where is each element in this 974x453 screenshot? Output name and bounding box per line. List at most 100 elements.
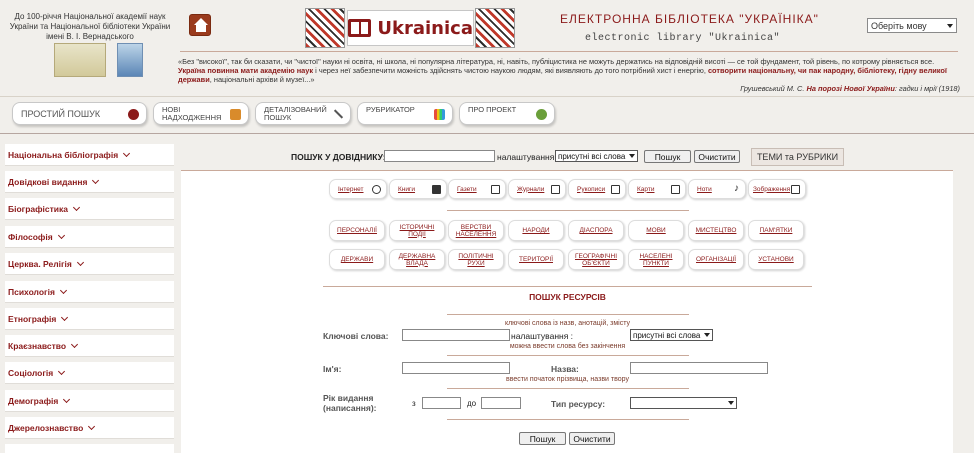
sidebar-item-partial <box>5 444 174 453</box>
media-internet[interactable]: Інтернет <box>329 179 387 199</box>
chevron-down-icon <box>72 203 81 211</box>
category-settlements[interactable]: НАСЕЛЕНІ ПУНКТИ <box>628 249 684 270</box>
category-territories[interactable]: ТЕРИТОРІЇ <box>508 249 564 270</box>
about-icon <box>536 109 547 120</box>
sidebar-item-sociology[interactable]: Соціологія <box>5 362 174 384</box>
rubricator-button[interactable]: РУБРИКАТОР <box>357 102 453 125</box>
sidebar-item-demography[interactable]: Демографія <box>5 390 174 412</box>
chevron-down-icon <box>71 340 79 348</box>
sidebar-item-psychology[interactable]: Психологія <box>5 281 174 303</box>
advanced-search-button[interactable]: ДЕТАЛІЗОВАНИЙ ПОШУК <box>255 102 351 125</box>
sidebar-item-ethnography[interactable]: Етнографія <box>5 308 174 330</box>
sidebar-item-local-history[interactable]: Краєзнавство <box>5 335 174 357</box>
category-political-movements[interactable]: ПОЛІТИЧНІ РУХИ <box>448 249 504 270</box>
media-newspapers[interactable]: Газети <box>448 179 506 199</box>
chevron-down-icon <box>59 286 67 294</box>
sidebar-item-religion[interactable]: Церква. Релігія <box>5 253 174 275</box>
media-label: Інтернет <box>338 185 364 193</box>
sidebar-item-philosophy[interactable]: Філософія <box>5 226 174 248</box>
divider <box>323 286 812 287</box>
media-books[interactable]: Книги <box>389 179 447 199</box>
category-geographic-objects[interactable]: ГЕОГРАФІЧНІ ОБ'ЄКТИ <box>568 249 624 270</box>
category-institutions[interactable]: УСТАНОВИ <box>748 249 804 270</box>
quote: «Без "високої", так би сказати, чи "чист… <box>178 57 958 85</box>
name-input[interactable] <box>402 362 510 374</box>
category-population-strata[interactable]: ВЕРСТВИ НАСЕЛЕННЯ <box>448 220 504 241</box>
media-maps[interactable]: Карти <box>628 179 686 199</box>
map-icon <box>671 185 680 194</box>
resource-search-button[interactable]: Пошук <box>519 432 566 445</box>
language-select[interactable]: Оберіть мову <box>867 18 957 33</box>
category-monuments[interactable]: ПАМ'ЯТКИ <box>748 220 804 241</box>
divider <box>180 51 958 52</box>
site-subtitle: electronic library "Ukrainica" <box>585 33 781 44</box>
category-states[interactable]: ДЕРЖАВИ <box>329 249 385 270</box>
keywords-input[interactable] <box>402 329 510 341</box>
themes-rubrics-button[interactable]: ТЕМИ та РУБРИКИ <box>751 148 844 166</box>
keywords-hint-top: ключові слова із назв, анотацій, змісту <box>504 320 631 327</box>
media-label: Зображення <box>753 185 791 193</box>
chevron-down-icon <box>123 149 131 157</box>
library-building-image[interactable] <box>117 43 143 77</box>
sidebar-item-label: Джерелознавство <box>8 422 84 433</box>
media-label: Ноти <box>697 185 712 193</box>
category-art[interactable]: МИСТЕЦТВО <box>688 220 744 241</box>
divider <box>0 133 974 134</box>
media-label: Книги <box>398 185 416 193</box>
site-logo[interactable]: Ukrainica <box>347 10 474 46</box>
sidebar-item-national-bibliography[interactable]: Національна бібліографія <box>5 144 174 166</box>
year-from-input[interactable] <box>422 397 461 409</box>
title-input[interactable] <box>630 362 768 374</box>
quote-work-link[interactable]: На порозі Нової України <box>806 84 894 93</box>
category-peoples[interactable]: НАРОДИ <box>508 220 564 241</box>
sidebar-item-label: Довідкові видання <box>8 176 88 187</box>
keywords-settings-select[interactable]: присутні всі слова <box>630 329 713 341</box>
directory-settings-select[interactable]: присутні всі слова <box>555 150 638 162</box>
sidebar-item-source-studies[interactable]: Джерелознавство <box>5 417 174 439</box>
book-icon <box>432 185 441 194</box>
category-diaspora[interactable]: ДІАСПОРА <box>568 220 624 241</box>
media-images[interactable]: Зображення <box>748 179 806 199</box>
sidebar-item-label: Соціологія <box>8 367 54 378</box>
category-historical-events[interactable]: ІСТОРИЧНІ ПОДІЇ <box>389 220 445 241</box>
keywords-settings-label: налаштування : <box>511 331 574 341</box>
divider <box>447 355 689 356</box>
year-to-input[interactable] <box>481 397 521 409</box>
divider <box>181 170 953 171</box>
academy-building-image[interactable] <box>54 43 106 77</box>
home-icon[interactable] <box>189 14 211 36</box>
sidebar-item-label: Демографія <box>8 395 59 406</box>
sidebar-item-reference[interactable]: Довідкові видання <box>5 171 174 193</box>
chevron-down-icon <box>63 395 71 403</box>
chevron-down-icon <box>92 176 100 184</box>
keywords-settings-value: присутні всі слова <box>633 330 701 340</box>
resource-type-select[interactable] <box>630 397 737 409</box>
media-manuscripts[interactable]: Рукописи <box>568 179 626 199</box>
directory-clear-button[interactable]: Очистити <box>694 150 740 163</box>
resource-clear-button[interactable]: Очистити <box>569 432 615 445</box>
globe-icon <box>372 185 381 194</box>
quote-bold-1: Україна повинна мати академію наук <box>178 66 314 76</box>
simple-search-button[interactable]: ПРОСТИЙ ПОШУК <box>12 102 147 125</box>
media-magazines[interactable]: Журнали <box>508 179 566 199</box>
sidebar-item-biography[interactable]: Біографістика <box>5 198 174 220</box>
directory-search-input[interactable] <box>384 150 495 162</box>
category-organizations[interactable]: ОРГАНІЗАЦІЇ <box>688 249 744 270</box>
ornament-left-icon <box>305 8 345 48</box>
about-button[interactable]: ПРО ПРОЕКТ <box>459 102 555 125</box>
name-label: Ім'я: <box>323 364 342 374</box>
directory-search-button[interactable]: Пошук <box>644 150 691 163</box>
category-persons[interactable]: ПЕРСОНАЛІЇ <box>329 220 385 241</box>
divider <box>0 96 974 97</box>
quote-text-2: і через неї забезпечити можність здійсня… <box>315 66 706 76</box>
magnifier-icon <box>332 109 343 120</box>
media-sheet-music[interactable]: Ноти ♪ <box>688 179 746 199</box>
chevron-down-icon <box>76 258 84 266</box>
new-arrivals-button[interactable]: НОВІ НАДХОДЖЕННЯ <box>153 102 249 125</box>
category-state-power[interactable]: ДЕРЖАВНА ВЛАДА <box>389 249 445 270</box>
chevron-down-icon <box>88 422 96 430</box>
new-arrivals-label: НОВІ НАДХОДЖЕННЯ <box>162 104 222 122</box>
anniversary-text: До 100-річчя Національної академії наук … <box>9 12 171 41</box>
pen-icon <box>611 185 620 194</box>
category-languages[interactable]: МОВИ <box>628 220 684 241</box>
